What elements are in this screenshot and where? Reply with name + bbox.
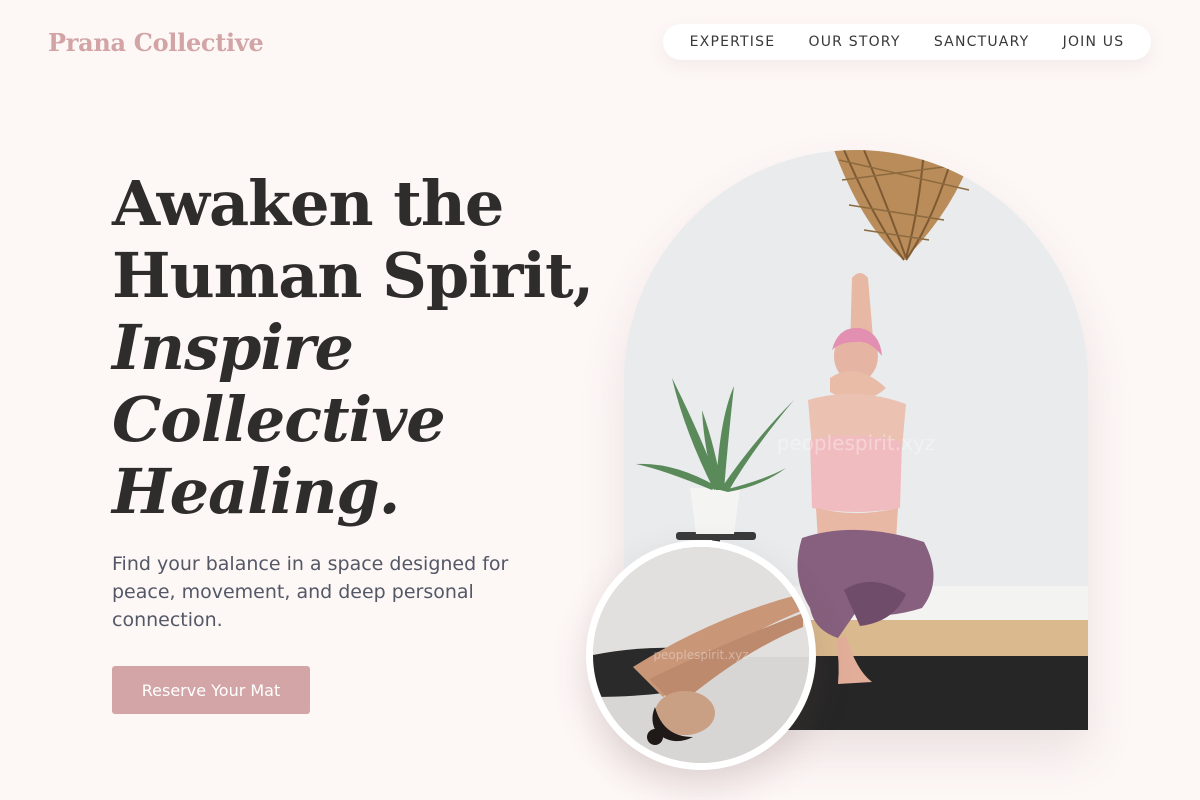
main-nav: EXPERTISE OUR STORY SANCTUARY JOIN US	[663, 24, 1151, 60]
headline-italic-line: Inspire	[112, 311, 354, 384]
reserve-mat-button[interactable]: Reserve Your Mat	[112, 666, 310, 714]
headline-italic-line: Collective	[112, 383, 446, 456]
nav-item-join-us[interactable]: JOIN US	[1063, 34, 1125, 50]
inset-photo-circle: peoplespirit.xyz	[586, 540, 816, 770]
brand-logo[interactable]: Prana Collective	[48, 28, 264, 57]
headline-italic-line: Healing.	[112, 455, 400, 528]
hero-headline: Awaken the Human Spirit, Inspire Collect…	[112, 167, 594, 528]
headline-line: Human Spirit,	[112, 239, 594, 312]
inset-image-watermark: peoplespirit.xyz	[653, 648, 748, 662]
yoga-backbend-image: peoplespirit.xyz	[593, 547, 809, 763]
main-image-watermark: peoplespirit.xyz	[777, 431, 936, 455]
hero-subtitle: Find your balance in a space designed fo…	[112, 553, 509, 631]
headline-line: Awaken the	[112, 167, 504, 240]
nav-item-our-story[interactable]: OUR STORY	[809, 34, 901, 50]
nav-item-expertise[interactable]: EXPERTISE	[690, 34, 776, 50]
nav-item-sanctuary[interactable]: SANCTUARY	[934, 34, 1030, 50]
